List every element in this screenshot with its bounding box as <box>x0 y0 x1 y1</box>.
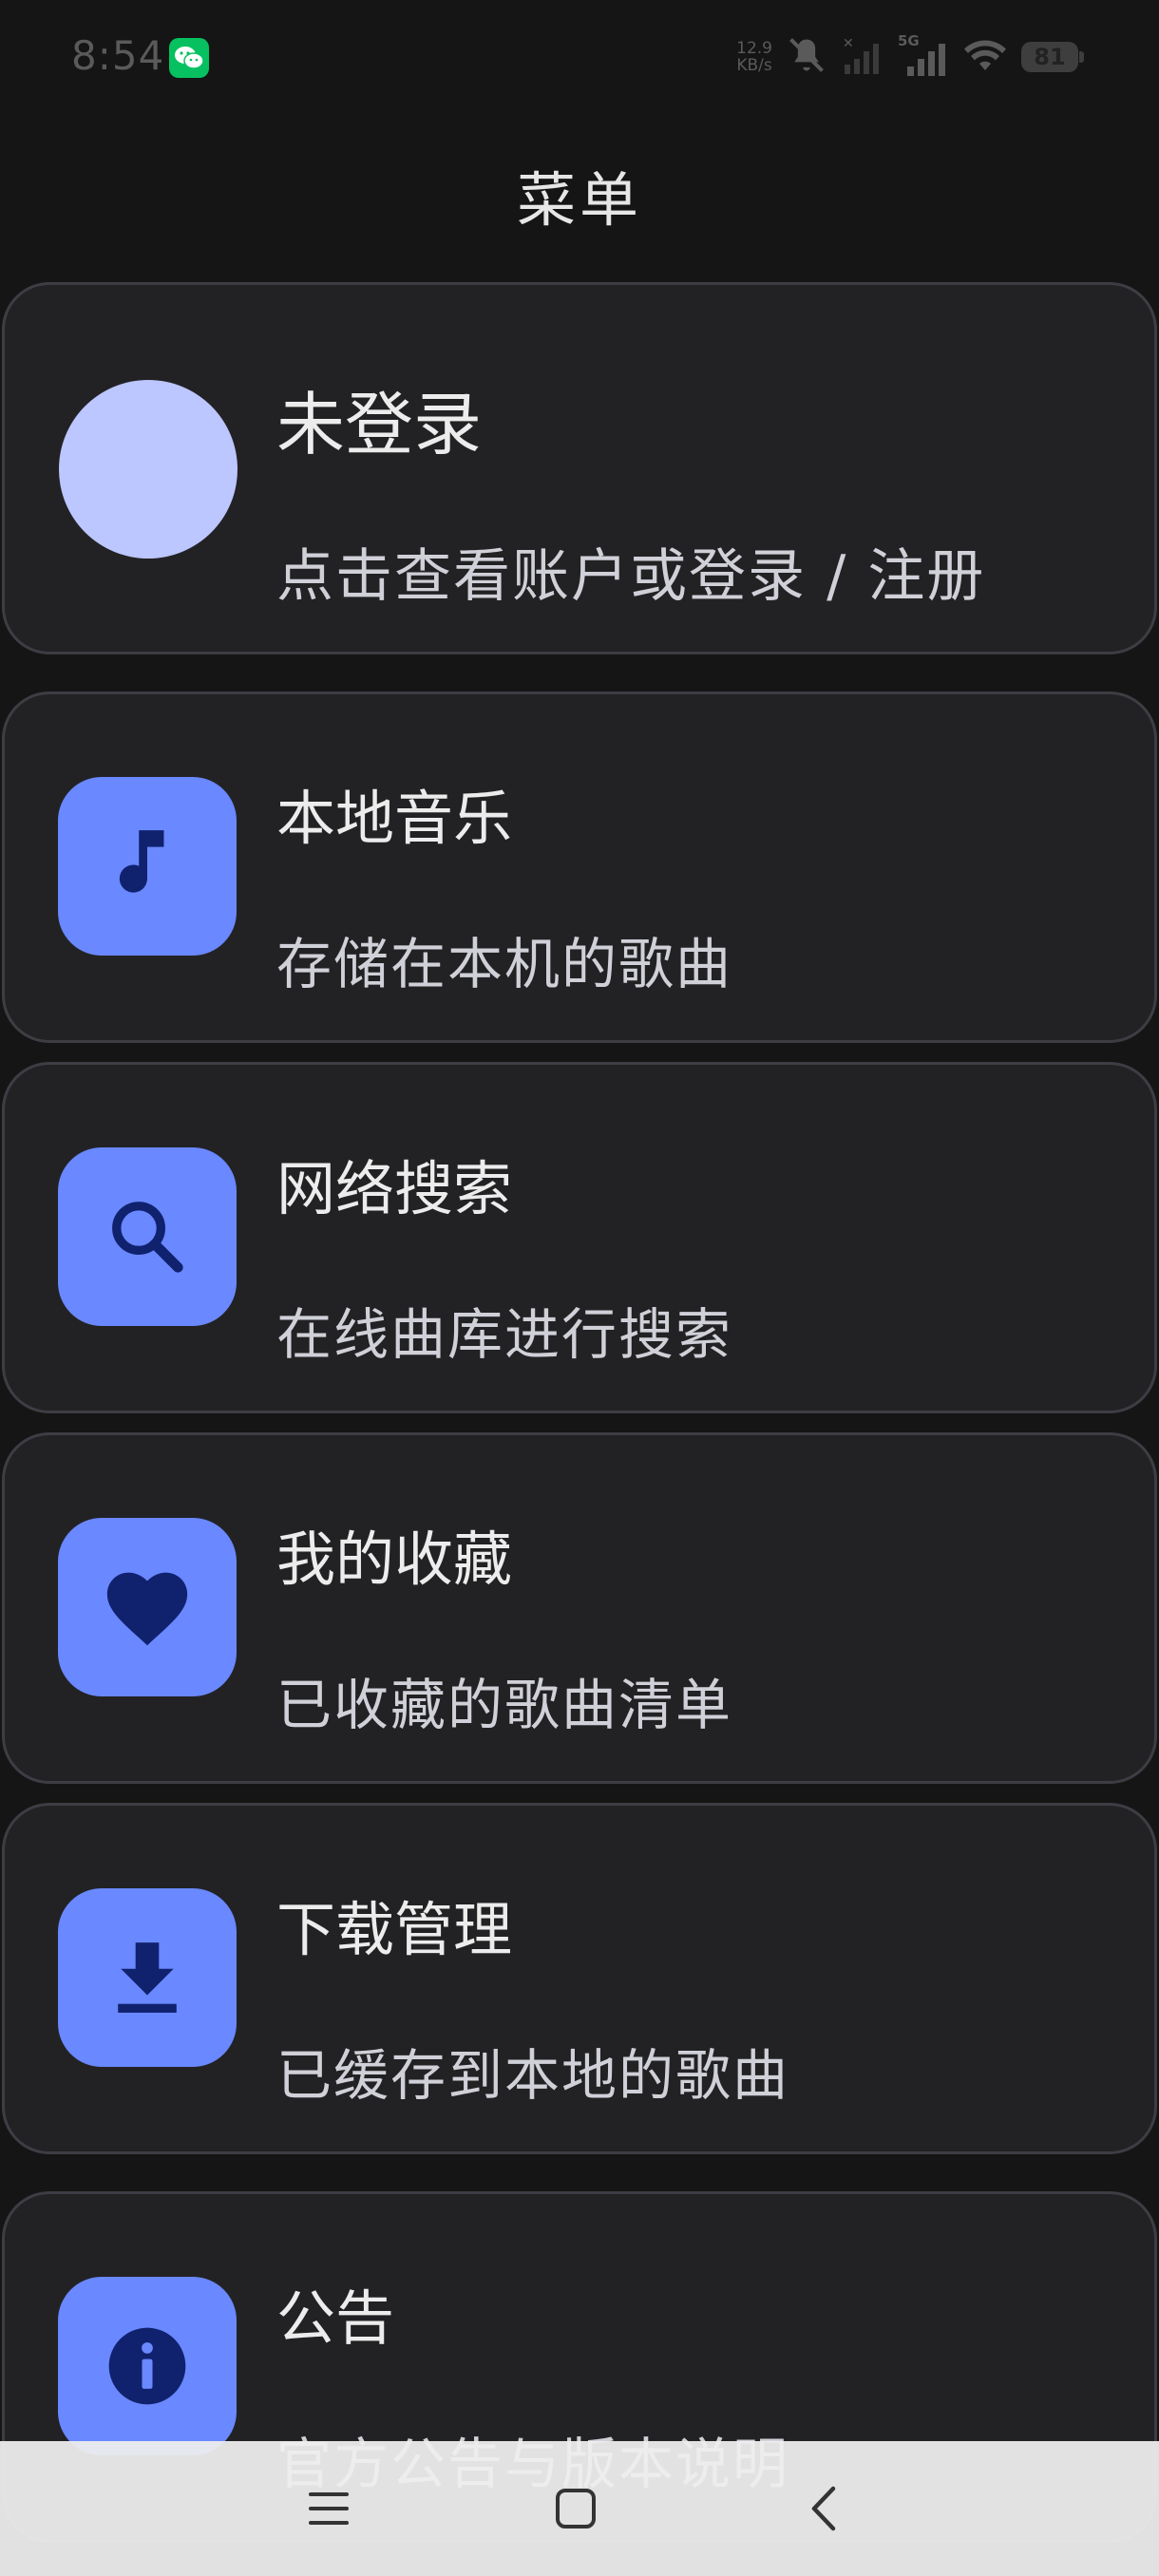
system-nav-bar <box>0 2441 1159 2576</box>
wechat-icon <box>169 38 209 78</box>
download-tile <box>58 1888 237 2067</box>
menu-item-title: 下载管理 <box>276 1895 513 1964</box>
music-note-icon <box>119 830 164 893</box>
net-speed: 12.9 KB/s <box>736 40 772 74</box>
wifi-icon <box>962 36 1008 78</box>
search-icon <box>112 1202 183 1273</box>
nav-back-button[interactable] <box>728 2441 918 2576</box>
heart-icon <box>106 1572 188 1646</box>
signal-icon: ✕ <box>841 34 884 80</box>
info-tile <box>58 2277 237 2455</box>
signal-5g-icon: 5G <box>898 32 949 82</box>
status-bar: 8:54 12.9 KB/s ✕ 5G 81 <box>0 0 1159 114</box>
menu-item-favorites[interactable]: 我的收藏 已收藏的歌曲清单 <box>2 1432 1157 1784</box>
info-icon <box>108 2327 186 2405</box>
battery-level: 81 <box>1034 44 1066 70</box>
nav-menu-button[interactable] <box>234 2441 424 2576</box>
heart-tile <box>58 1518 237 1696</box>
menu-item-subtitle: 已缓存到本地的歌曲 <box>276 2043 790 2108</box>
avatar <box>59 380 238 559</box>
page-title: 菜单 <box>516 165 642 235</box>
home-icon <box>556 2489 596 2529</box>
status-icons: 12.9 KB/s ✕ 5G 81 <box>736 30 1084 84</box>
status-time: 8:54 <box>71 32 165 79</box>
nav-home-button[interactable] <box>481 2441 671 2576</box>
menu-icon <box>309 2492 349 2525</box>
battery-icon: 81 <box>1021 42 1084 72</box>
menu-item-downloads[interactable]: 下载管理 已缓存到本地的歌曲 <box>2 1803 1157 2154</box>
music-note-tile <box>58 777 237 956</box>
menu-item-subtitle: 已收藏的歌曲清单 <box>276 1673 733 1737</box>
menu-item-online-search[interactable]: 网络搜索 在线曲库进行搜索 <box>2 1062 1157 1413</box>
search-tile <box>58 1147 237 1326</box>
menu-item-subtitle: 存储在本机的歌曲 <box>276 932 733 996</box>
net-speed-value: 12.9 <box>736 39 772 58</box>
svg-text:✕: ✕ <box>843 36 854 51</box>
menu-item-local-music[interactable]: 本地音乐 存储在本机的歌曲 <box>2 691 1157 1043</box>
menu-item-title: 公告 <box>276 2283 395 2353</box>
net-speed-unit: KB/s <box>736 56 772 75</box>
menu-item-title: 网络搜索 <box>276 1154 513 1223</box>
menu-item-title: 我的收藏 <box>276 1525 513 1594</box>
mute-icon <box>786 34 827 80</box>
account-subtitle: 点击查看账户或登录 / 注册 <box>276 543 986 610</box>
menu-item-subtitle: 在线曲库进行搜索 <box>276 1302 733 1367</box>
network-label: 5G <box>898 32 920 49</box>
menu-item-title: 本地音乐 <box>276 784 513 853</box>
account-card[interactable]: 未登录 点击查看账户或登录 / 注册 <box>2 282 1157 654</box>
account-title: 未登录 <box>276 385 483 464</box>
download-icon <box>118 1942 177 2013</box>
back-icon <box>811 2486 836 2531</box>
